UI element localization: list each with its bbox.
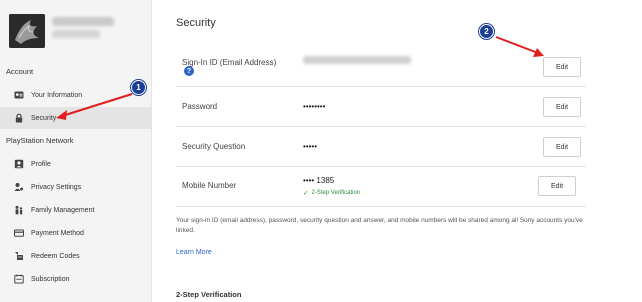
password-row: Password •••••••• Edit: [176, 87, 586, 127]
account-section-label: Account: [6, 67, 34, 76]
sidebar: Account Your Information Security PlaySt…: [0, 0, 152, 302]
security-question-row: Security Question ••••• Edit: [176, 127, 586, 167]
security-question-value: •••••: [303, 142, 318, 151]
two-step-verification-status: ✓ 2-Step Verification: [303, 189, 360, 197]
sidebar-item-label: Subscription: [31, 275, 70, 283]
sidebar-item-security[interactable]: Security: [0, 107, 152, 129]
sidebar-item-label: Payment Method: [31, 229, 84, 237]
sidebar-item-your-information[interactable]: Your Information: [0, 84, 152, 106]
sign-in-id-row: Sign-In ID (Email Address) ? Edit: [176, 47, 586, 87]
sign-in-email-redacted: [303, 56, 411, 64]
learn-more-link[interactable]: Learn More: [176, 249, 212, 256]
security-question-label: Security Question: [182, 142, 246, 151]
payment-card-icon: [13, 228, 24, 238]
main-content: Security Sign-In ID (Email Address) ? Ed…: [152, 0, 642, 302]
sidebar-item-label: Redeem Codes: [31, 252, 80, 260]
password-value: ••••••••: [303, 102, 326, 111]
edit-password-button[interactable]: Edit: [543, 97, 581, 117]
mobile-number-value: •••• 1385: [303, 176, 335, 185]
sidebar-item-family-management[interactable]: Family Management: [0, 199, 152, 221]
sidebar-item-label: Family Management: [31, 206, 95, 214]
sidebar-item-redeem-codes[interactable]: Redeem Codes: [0, 245, 152, 267]
step-1-badge: 1: [131, 80, 146, 95]
sidebar-item-label: Security: [31, 114, 57, 122]
family-icon: [13, 205, 24, 215]
help-icon[interactable]: ?: [184, 66, 194, 76]
sign-in-id-label: Sign-In ID (Email Address): [182, 58, 277, 67]
redeem-icon: [13, 251, 24, 261]
sidebar-item-privacy-settings[interactable]: Privacy Settings: [0, 176, 152, 198]
step-2-badge: 2: [479, 24, 494, 39]
edit-sign-in-id-button[interactable]: Edit: [543, 57, 581, 77]
checkmark-icon: ✓: [303, 190, 309, 197]
id-card-icon: [13, 90, 24, 100]
sidebar-item-payment-method[interactable]: Payment Method: [0, 222, 152, 244]
edit-mobile-number-button[interactable]: Edit: [538, 176, 576, 196]
profile-name-redacted: [52, 17, 114, 26]
sidebar-item-profile[interactable]: Profile: [0, 153, 152, 175]
account-sharing-notice: Your sign-in ID (email address), passwor…: [176, 217, 583, 234]
lock-icon: [13, 113, 24, 123]
edit-security-question-button[interactable]: Edit: [543, 137, 581, 157]
sidebar-item-label: Profile: [31, 160, 51, 168]
mobile-number-row: Mobile Number •••• 1385 ✓ 2-Step Verific…: [176, 167, 586, 207]
sidebar-item-subscription[interactable]: Subscription: [0, 268, 152, 290]
privacy-settings-icon: [13, 182, 24, 192]
page-title: Security: [176, 17, 216, 29]
playstation-network-section-label: PlayStation Network: [6, 136, 74, 145]
two-step-verification-heading: 2-Step Verification: [176, 290, 242, 299]
sidebar-item-label: Your Information: [31, 91, 83, 99]
mobile-number-label: Mobile Number: [182, 181, 237, 190]
sidebar-item-label: Privacy Settings: [31, 183, 82, 191]
profile-id-redacted: [52, 30, 100, 38]
subscription-icon: [13, 274, 24, 284]
two-step-status-label: 2-Step Verification: [311, 190, 361, 196]
avatar[interactable]: [9, 14, 45, 48]
profile-icon: [13, 159, 24, 169]
password-label: Password: [182, 102, 218, 111]
